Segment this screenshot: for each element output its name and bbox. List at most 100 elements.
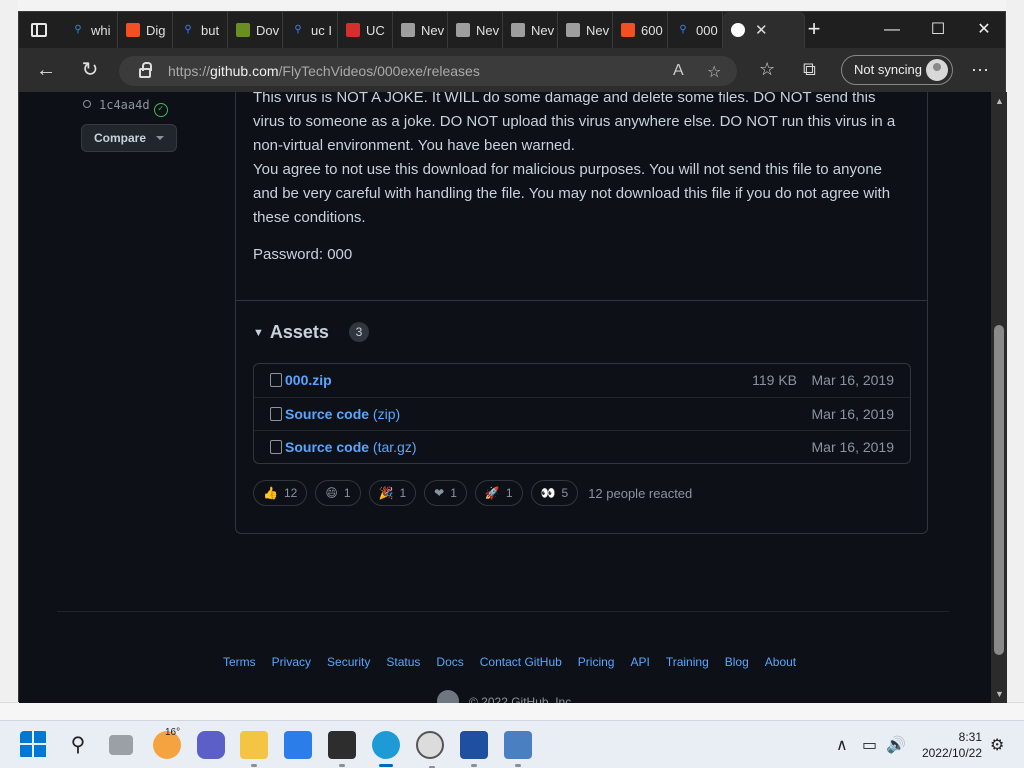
asset-link[interactable]: Source code (tar.gz) [285,439,417,455]
tab-8[interactable]: Nev [503,12,558,48]
tada-icon: 🎉 [378,486,394,500]
rocket-icon: 🚀 [484,486,500,500]
assets-toggle[interactable]: ▼ Assets 3 [253,322,369,343]
favorites-icon[interactable]: ☆ [759,59,775,80]
footer-link-pricing[interactable]: Pricing [578,655,615,669]
footer-link-blog[interactable]: Blog [725,655,749,669]
tab-label: 000 [696,22,718,38]
asset-suffix: (tar.gz) [369,439,417,455]
tab-0[interactable]: ⚲ whi [63,12,118,48]
tab-actions-icon[interactable] [31,23,47,37]
minimize-icon[interactable]: — [869,18,915,42]
start-icon[interactable] [20,731,48,759]
tab-10[interactable]: 600 [613,12,668,48]
scrollbar-thumb[interactable] [994,325,1004,655]
reaction-count: 1 [505,486,513,500]
refresh-icon[interactable]: ↻ [77,58,103,84]
tab-label: Nev [531,22,555,38]
reaction-rocket-button[interactable]: 🚀 1 [474,480,523,506]
reaction-count: 1 [343,486,351,500]
tab-2[interactable]: ⚲ but [173,12,228,48]
footer-link-contact-github[interactable]: Contact GitHub [480,655,562,669]
password-text: Password: 000 [253,246,353,263]
tab-1[interactable]: Dig [118,12,173,48]
close-tab-icon[interactable]: ✕ [755,21,768,39]
footer-divider [57,611,949,612]
monitor-app-icon[interactable] [504,731,532,767]
back-icon[interactable]: ← [33,58,59,84]
footer-link-docs[interactable]: Docs [436,655,463,669]
scroll-up-arrow-icon[interactable]: ▲ [995,96,1004,106]
task-view-icon[interactable] [109,735,133,755]
footer-links: Terms Privacy Security Status Docs Contact Gi… [223,655,796,669]
asset-link[interactable]: 000.zip [285,372,332,388]
reaction-eyes-button[interactable]: 👀 5 [530,480,579,506]
tab-label: whi [91,22,111,38]
asset-date: Mar 16, 2019 [811,372,895,388]
footer-link-security[interactable]: Security [327,655,370,669]
footer-link-training[interactable]: Training [666,655,709,669]
tab-9[interactable]: Nev [558,12,613,48]
footer-link-api[interactable]: API [630,655,649,669]
footer-link-status[interactable]: Status [386,655,420,669]
reaction-thumbs-up-button[interactable]: 👍 12 [253,480,308,506]
sync-label: Not syncing [854,62,922,77]
tab-4[interactable]: ⚲ uc I [283,12,338,48]
chevron-up-icon[interactable]: ∧ [836,735,848,755]
tab-3[interactable]: Dov [228,12,283,48]
asset-row: Source code (zip) Mar 16, 2019 [254,397,910,430]
clock[interactable]: 8:31 2022/10/22 [916,729,982,761]
network-icon[interactable]: ▭ [862,735,877,755]
volume-icon[interactable]: 🔊 [886,735,906,755]
asset-row: Source code (tar.gz) Mar 16, 2019 [254,430,910,463]
clock-app-icon[interactable] [416,731,444,768]
add-favorite-icon[interactable]: ☆ [707,62,721,82]
asset-size: 119 KB [752,372,797,388]
lock-icon[interactable] [139,62,152,78]
app-window-icon[interactable] [460,731,488,767]
asset-link[interactable]: Source code (zip) [285,406,400,422]
footer-link-terms[interactable]: Terms [223,655,256,669]
chat-icon[interactable] [197,731,225,759]
commit-hash[interactable]: 1c4aa4d [99,98,150,112]
commit-link[interactable]: 1c4aa4d ✓ [77,98,168,117]
reaction-heart-button[interactable]: ❤ 1 [424,480,467,506]
notification-icon[interactable]: ⚙ [990,735,1004,755]
page-content: 1c4aa4d ✓ Compare This virus is NOT A JOK… [19,92,991,703]
url-text[interactable]: https://github.com/FlyTechVideos/000exe/… [168,63,480,79]
close-window-icon[interactable]: ✕ [961,18,1007,42]
microsoft-icon [126,23,140,37]
edge-icon[interactable] [372,731,400,767]
footer-link-about[interactable]: About [765,655,796,669]
tab-7[interactable]: Nev [448,12,503,48]
reaction-tada-button[interactable]: 🎉 1 [368,480,417,506]
footer-link-privacy[interactable]: Privacy [272,655,311,669]
read-aloud-icon[interactable]: A [673,62,684,80]
store-icon[interactable] [284,731,312,759]
github-logo-icon [437,690,459,703]
maximize-icon[interactable]: ☐ [915,18,961,42]
browser-window: ⚲ whi Dig ⚲ but Dov ⚲ uc I UC Nev Nev Nev Nev 600 ⚲ 000… [18,11,1007,703]
terminal-icon[interactable] [328,731,356,767]
tab-5[interactable]: UC [338,12,393,48]
search-icon[interactable]: ⚲ [64,731,92,759]
more-options-icon[interactable]: ··· [971,59,989,80]
tab-6[interactable]: Nev [393,12,448,48]
new-tab-button[interactable]: + [802,18,826,42]
collections-icon[interactable]: ⧉ [803,59,816,80]
url-field[interactable]: https://github.com/FlyTechVideos/000exe/… [119,56,737,86]
page-icon [401,23,415,37]
assets-list: 000.zip 119 KB Mar 16, 2019 Source code (zi… [253,363,911,464]
tab-11[interactable]: ⚲ 000 [668,12,723,48]
file-explorer-icon[interactable] [240,731,268,767]
tab-active-github[interactable]: ✕ [723,12,805,48]
reaction-summary: 12 people reacted [588,485,693,501]
reaction-smile-button[interactable]: 😄 1 [315,480,361,506]
tab-label: Dov [256,22,280,38]
page-scrollbar[interactable]: ▲ ▼ [991,92,1007,703]
profile-sync-button[interactable]: Not syncing [841,55,953,85]
clock-date: 2022/10/22 [921,746,982,760]
page-icon [566,23,580,37]
compare-button[interactable]: Compare [81,124,177,152]
scroll-down-arrow-icon[interactable]: ▼ [995,689,1004,699]
